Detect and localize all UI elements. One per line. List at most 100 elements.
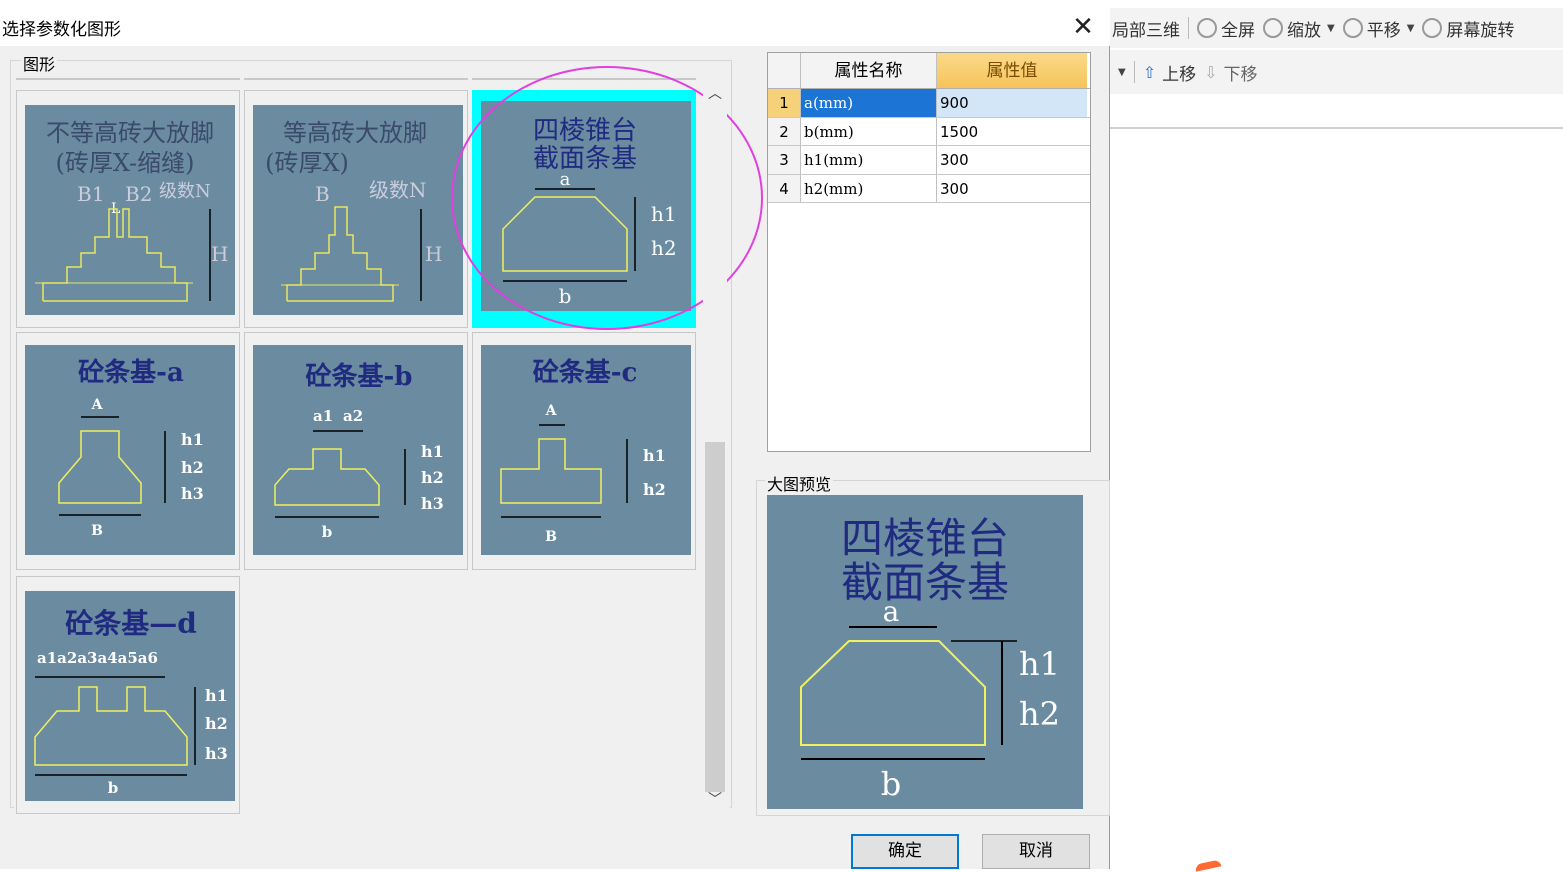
property-grid: 属性名称 属性值 1 a(mm) 900 2 b(mm) 1500 3 h1(m…	[767, 52, 1091, 452]
shape-thumbnail: 砼条基-c A h1 h2 B	[481, 345, 691, 555]
shape-tile-concrete-strip-a[interactable]: 砼条基-a A h1 h2 h3 B	[16, 332, 240, 570]
close-icon[interactable]: ✕	[1068, 12, 1098, 42]
property-row[interactable]: 1 a(mm) 900	[768, 89, 1090, 118]
shapes-scrollbar[interactable]: ︿ ﹀	[703, 82, 727, 812]
dim-label: a1a2a3a4a5a6	[37, 649, 158, 667]
ok-button[interactable]: 确定	[851, 834, 959, 869]
shape-tile-concrete-strip-b[interactable]: 砼条基-b a1 a2 h1 h2 h3 b	[244, 332, 468, 570]
dim-label: H	[211, 242, 228, 266]
concrete-strip-c-diagram: 砼条基-c A h1 h2 B	[500, 358, 666, 545]
preview-image: 四棱锥台 截面条基 a h1 h2 b	[767, 495, 1083, 809]
preview-frustum-diagram: 四棱锥台 截面条基 a h1 h2 b	[800, 514, 1060, 803]
property-grid-header: 属性名称 属性值	[768, 53, 1090, 89]
cancel-button[interactable]: 取消	[982, 834, 1090, 869]
concrete-strip-d-diagram: 砼条基—d a1a2a3a4a5a6 h1 h2 h3 b	[34, 607, 228, 797]
property-name: b(mm)	[801, 117, 937, 145]
shape-title: 等高砖大放脚	[283, 119, 427, 147]
toolbar-rotate[interactable]: 屏幕旋转	[1418, 8, 1518, 48]
toolbar-zoom[interactable]: 缩放 ▼	[1259, 8, 1339, 48]
column-header-name[interactable]: 属性名称	[801, 53, 937, 88]
property-value[interactable]: 1500	[937, 118, 1087, 146]
frustum-strip-footing-diagram: 四棱锥台 截面条基 a h1 h2 b	[502, 116, 677, 308]
dim-label: h2	[1019, 695, 1060, 733]
shape-thumbnail: 不等高砖大放脚 (砖厚X-缩缝) B1 L B2 级数N H	[25, 105, 235, 315]
shape-tile-frustum-strip-footing[interactable]: 四棱锥台 截面条基 a h1 h2 b	[472, 90, 696, 328]
shape-subtitle: (砖厚X-缩缝)	[55, 149, 194, 177]
dim-label: h1	[421, 442, 444, 461]
shape-tile-concrete-strip-c[interactable]: 砼条基-c A h1 h2 B	[472, 332, 696, 570]
shape-title: 四棱锥台	[533, 116, 637, 146]
dim-label: a1	[313, 407, 333, 425]
shape-tile-concrete-strip-d[interactable]: 砼条基—d a1a2a3a4a5a6 h1 h2 h3 b	[16, 576, 240, 814]
dim-label: h3	[421, 494, 444, 513]
toolbar-local-3d[interactable]: 局部三维	[1108, 8, 1184, 48]
view-toolbar: 局部三维 全屏 缩放 ▼ 平移 ▼ 屏幕旋转	[1108, 8, 1563, 48]
column-header-value[interactable]: 属性值	[937, 53, 1087, 88]
dim-label: h2	[181, 458, 204, 477]
property-value[interactable]: 300	[937, 146, 1087, 174]
property-value[interactable]: 300	[937, 175, 1087, 203]
move-up-button[interactable]: ⇧ 上移	[1139, 52, 1200, 92]
move-down-button[interactable]: ⇩ 下移	[1200, 52, 1261, 92]
shape-thumbnail: 等高砖大放脚 (砖厚X) B 级数N H	[253, 105, 463, 315]
tile-stub	[472, 76, 696, 80]
dim-label: a2	[343, 407, 363, 425]
dim-label: b	[322, 523, 333, 541]
arrow-up-icon: ⇧	[1142, 62, 1157, 82]
toolbar-fullscreen[interactable]: 全屏	[1193, 8, 1259, 48]
chevron-down-icon: ▼	[1406, 22, 1415, 34]
shape-title: 不等高砖大放脚	[46, 119, 214, 147]
shape-tile-equal-brick-footing[interactable]: 等高砖大放脚 (砖厚X) B 级数N H	[244, 90, 468, 328]
toolbar-pan[interactable]: 平移 ▼	[1339, 8, 1419, 48]
equal-brick-footing-diagram: 等高砖大放脚 (砖厚X) B 级数N H	[265, 119, 442, 302]
toolbar-separator	[1188, 17, 1189, 39]
property-value[interactable]: 900	[937, 89, 1087, 117]
shapes-legend: 图形	[21, 51, 58, 75]
shape-thumbnail: 砼条基-a A h1 h2 h3 B	[25, 345, 235, 555]
property-name: a(mm)	[801, 89, 937, 117]
property-name: h2(mm)	[801, 174, 937, 202]
dim-label: a	[560, 169, 571, 190]
shape-subtitle: (砖厚X)	[265, 149, 349, 177]
shape-title: 砼条基—d	[65, 607, 197, 640]
shape-thumbnail: 砼条基-b a1 a2 h1 h2 h3 b	[253, 345, 463, 555]
dim-label: B	[91, 523, 103, 539]
arrow-down-icon: ⇩	[1204, 62, 1218, 82]
dim-label: h2	[205, 714, 228, 733]
shape-thumbnail: 四棱锥台 截面条基 a h1 h2 b	[481, 101, 691, 311]
list-toolbar: ▼ ⇧ 上移 ⇩ 下移	[1108, 50, 1563, 94]
dim-label: a	[883, 595, 900, 628]
shape-title: 砼条基-b	[306, 362, 413, 392]
dim-label: B2	[125, 182, 152, 206]
dim-label: 级数N	[369, 178, 427, 202]
zoom-in-icon	[1197, 18, 1217, 38]
dim-label: B	[315, 182, 330, 206]
concrete-strip-b-diagram: 砼条基-b a1 a2 h1 h2 h3 b	[274, 362, 444, 541]
dialog-title: 选择参数化图形	[2, 19, 121, 40]
chevron-down-icon: ▼	[1118, 66, 1126, 78]
scroll-thumb[interactable]	[705, 442, 725, 792]
dim-label: h2	[651, 236, 677, 260]
tile-stub	[244, 76, 468, 80]
rotate-icon	[1422, 18, 1443, 38]
scroll-down-icon[interactable]: ﹀	[703, 788, 727, 812]
shapes-list: 不等高砖大放脚 (砖厚X-缩缝) B1 L B2 级数N H 等高砖大放脚 (砖…	[14, 76, 730, 816]
dim-label: A	[545, 403, 558, 419]
shape-subtitle: 截面条基	[533, 144, 637, 174]
dim-label: A	[91, 397, 104, 413]
property-row[interactable]: 3 h1(mm) 300	[768, 146, 1090, 175]
dim-label: h3	[205, 744, 228, 763]
dim-label: H	[425, 242, 442, 266]
dim-label: 级数N	[159, 181, 211, 202]
row-number: 2	[768, 117, 801, 145]
dim-label: B	[545, 529, 557, 545]
property-row[interactable]: 4 h2(mm) 300	[768, 174, 1090, 203]
dropdown-arrow[interactable]: ▼	[1108, 52, 1130, 92]
preview-title: 四棱锥台	[841, 514, 1009, 563]
property-row[interactable]: 2 b(mm) 1500	[768, 117, 1090, 146]
row-number: 3	[768, 146, 801, 174]
orange-mark	[1194, 859, 1222, 872]
scroll-up-icon[interactable]: ︿	[703, 82, 727, 106]
shape-tile-unequal-brick-footing[interactable]: 不等高砖大放脚 (砖厚X-缩缝) B1 L B2 级数N H	[16, 90, 240, 328]
divider	[1108, 127, 1563, 129]
